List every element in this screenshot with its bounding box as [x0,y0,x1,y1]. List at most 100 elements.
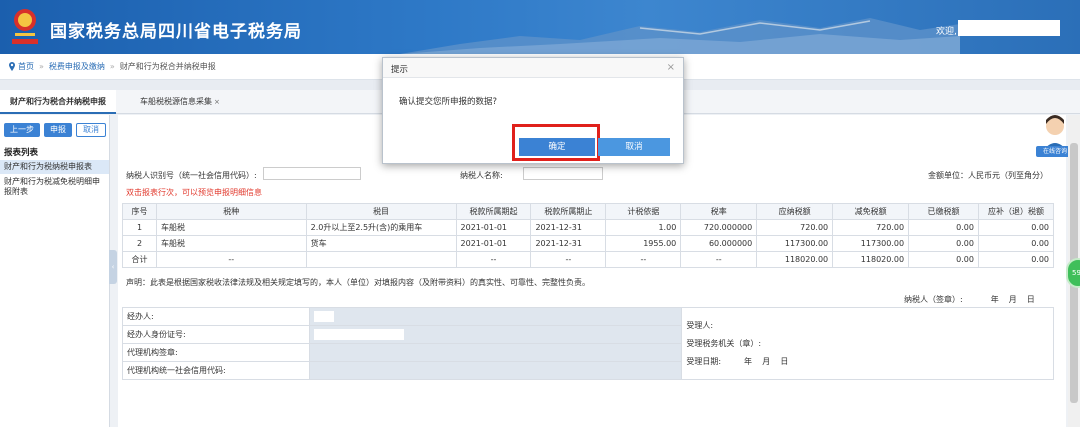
col-header: 税款所属期止 [530,203,607,220]
taxpayer-id-label: 纳税人识别号（统一社会信用代码）: [126,171,257,180]
cell-seq: 1 [122,219,157,236]
floating-badge[interactable]: 59 [1066,258,1080,288]
close-icon[interactable]: × [667,62,675,73]
cell-tax-reduction: 720.00 [832,219,910,236]
month-label: 月 [762,356,771,366]
declaration-table: 序号 税种 税目 税款所属期起 税款所属期止 计税依据 税率 应纳税额 减免税额… [122,203,1055,268]
currency-unit-label: 金额单位：人民币元（列至角分） [928,171,1048,180]
cell-tax-payable: 720.00 [756,219,834,236]
col-header: 应补（退）税额 [977,203,1055,220]
agency-code-field[interactable] [308,361,683,380]
cell-tax-type: 车船税 [155,235,307,252]
tab-vessel-tax-source[interactable]: 车船税税源信息采集 × [130,90,230,114]
breadcrumb-link-tax-filing[interactable]: 税费申报及缴纳 [49,61,105,72]
col-header: 序号 [122,203,157,220]
acceptance-block: 受理人: 受理税务机关（章）: 受理日期: 年 月 日 [681,307,1054,380]
list-item-property-tax-form[interactable]: 财产和行为税纳税申报表 [0,160,109,174]
day-label: 日 [780,356,789,366]
agency-seal-label: 代理机构签章: [122,343,310,362]
cell-tax-item: 货车 [305,235,457,252]
cell-tax-paid: 0.00 [908,219,979,236]
sidebar-collapse-handle[interactable]: ‹ [109,250,117,284]
col-header: 税款所属期起 [455,203,532,220]
close-icon[interactable]: × [214,98,220,106]
table-total-row: 合计 -- -- -- -- -- 118020.00 118020.00 0.… [122,251,1055,268]
acceptor-label: 受理人: [686,320,714,330]
cell-total: -- [605,251,682,268]
col-header: 计税依据 [605,203,682,220]
cell-total-reduction: 118020.00 [832,251,910,268]
operator-field[interactable] [308,307,683,326]
month-label: 月 [1008,295,1017,304]
cell-tax-basis: 1955.00 [605,235,682,252]
tab-label: 车船税税源信息采集 [140,97,212,106]
site-header: 国家税务总局四川省电子税务局 欢迎, [0,0,1080,54]
col-header: 应纳税额 [756,203,834,220]
cell-tax-type: 车船税 [155,219,307,236]
site-title: 国家税务总局四川省电子税务局 [50,22,302,42]
breadcrumb-home[interactable]: 首页 [8,61,34,72]
prev-step-button[interactable]: 上一步 [4,123,40,137]
cell-period-end: 2021-12-31 [530,219,607,236]
cell-tax-due: 0.00 [977,235,1055,252]
agent-info-table: 经办人: 受理人: 受理税务机关（章）: 受理日期: 年 月 日 经办人身份证号… [122,307,1054,380]
table-header-row: 序号 税种 税目 税款所属期起 税款所属期止 计税依据 税率 应纳税额 减免税额… [122,203,1055,220]
col-header: 税目 [305,203,457,220]
cell-tax-rate: 720.000000 [680,219,758,236]
operator-id-field[interactable] [308,325,683,344]
confirm-button[interactable]: 确定 [519,138,595,156]
operator-id-label: 经办人身份证号: [122,325,310,344]
dialog-cancel-button[interactable]: 取消 [598,138,670,156]
confirm-dialog: 提示 × 确认提交您所申报的数据? 确定 取消 [382,57,684,164]
cell-total-label: 合计 [122,251,157,268]
list-item-reduction-schedule[interactable]: 财产和行为税减免税明细申报附表 [0,175,109,199]
operator-id-input[interactable] [313,329,404,340]
welcome-label: 欢迎, [936,27,957,37]
report-list-title: 报表列表 [4,148,39,158]
accept-date-label: 受理日期: [686,356,722,366]
accept-date-line: 受理日期: 年 月 日 [686,353,1049,371]
taxpayer-name-field [523,167,603,180]
dialog-message: 确认提交您所申报的数据? [399,97,498,107]
report-sidebar: 上一步 申报 取消 报表列表 财产和行为税纳税申报表 财产和行为税减免税明细申报… [0,115,110,427]
declaration-statement: 声明：此表是根据国家税收法律法规及相关规定填写的，本人（单位）对填报内容（及附带… [126,278,590,287]
taxpayer-id-field [263,167,361,180]
dialog-header: 提示 × [383,58,683,78]
cell-tax-reduction: 117300.00 [832,235,910,252]
cell-total: -- [530,251,607,268]
breadcrumb-separator: » [109,62,115,71]
cell-tax-paid: 0.00 [908,235,979,252]
operator-input[interactable] [313,311,334,322]
username-field [958,20,1060,36]
col-header: 税率 [680,203,758,220]
cell-tax-item: 2.0升以上至2.5升(含)的乘用车 [305,219,457,236]
taxpayer-signature-line: 纳税人（签章）: 年 月 日 [904,294,1035,305]
breadcrumb-separator: » [39,62,44,71]
cell-tax-due: 0.00 [977,219,1055,236]
cell-total: -- [455,251,532,268]
dialog-title: 提示 [391,65,409,75]
table-row[interactable]: 1 车船税 2.0升以上至2.5升(含)的乘用车 2021-01-01 2021… [122,219,1055,236]
cell-tax-payable: 117300.00 [756,235,834,252]
operator-label: 经办人: [122,307,310,326]
agency-seal-field[interactable] [308,343,683,362]
cell-tax-rate: 60.000000 [680,235,758,252]
submit-button[interactable]: 申报 [44,123,72,137]
agency-code-label: 代理机构统一社会信用代码: [122,361,310,380]
cell-tax-basis: 1.00 [605,219,682,236]
cell-total [305,251,457,268]
year-label: 年 [744,356,753,366]
cancel-button[interactable]: 取消 [76,123,106,137]
tab-combined-declaration[interactable]: 财产和行为税合并纳税申报 [0,90,116,114]
location-pin-icon [9,62,15,71]
cell-period-start: 2021-01-01 [455,219,532,236]
accept-office-label: 受理税务机关（章）: [686,338,762,348]
cell-period-start: 2021-01-01 [455,235,532,252]
preview-hint: 双击报表行次，可以预览申报明细信息 [126,188,262,197]
cell-total: -- [680,251,758,268]
table-row[interactable]: 2 车船税 货车 2021-01-01 2021-12-31 1955.00 6… [122,235,1055,252]
tab-label: 财产和行为税合并纳税申报 [10,97,106,106]
cell-total-due: 0.00 [977,251,1055,268]
taxpayer-sign-label: 纳税人（签章）: [904,295,963,304]
col-header: 已缴税额 [908,203,979,220]
